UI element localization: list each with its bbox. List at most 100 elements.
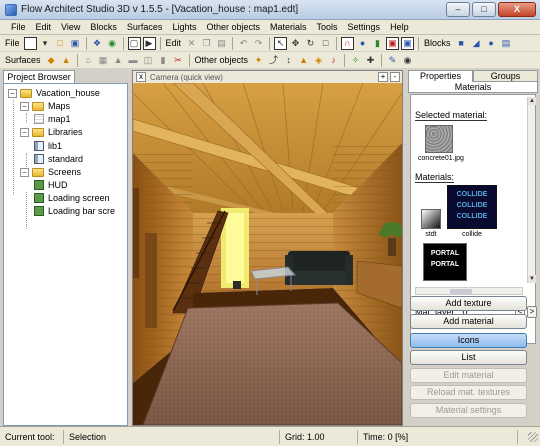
tab-groups[interactable]: Groups bbox=[473, 70, 538, 82]
node-icon[interactable]: ↕ bbox=[282, 54, 295, 67]
icons-view-button[interactable]: Icons bbox=[410, 333, 527, 348]
menu-file[interactable]: File bbox=[6, 22, 31, 32]
particle-icon[interactable]: ✧ bbox=[349, 54, 362, 67]
redo-icon[interactable]: ↷ bbox=[252, 37, 265, 50]
select-cursor-icon[interactable]: ↖ bbox=[274, 36, 288, 50]
camera-icon[interactable]: ◉ bbox=[401, 54, 414, 67]
collapse-toggle-icon[interactable]: − bbox=[8, 88, 17, 98]
viewport-expand-button[interactable]: + bbox=[378, 72, 388, 82]
battery-icon[interactable]: ▮ bbox=[371, 37, 384, 50]
resize-grip-icon[interactable] bbox=[528, 431, 538, 442]
trigger-icon[interactable]: ◈ bbox=[312, 54, 325, 67]
open-folder-icon[interactable]: □ bbox=[54, 37, 67, 50]
tree-item-vacation-house[interactable]: − Vacation_house bbox=[8, 87, 100, 99]
menu-help[interactable]: Help bbox=[385, 22, 414, 32]
globe-icon[interactable]: ◉ bbox=[106, 37, 119, 50]
rotate-icon[interactable]: ↻ bbox=[304, 37, 317, 50]
paste-icon[interactable]: ▤ bbox=[215, 37, 228, 50]
tab-project-browser[interactable]: Project Browser bbox=[3, 70, 75, 83]
minimize-button[interactable]: – bbox=[446, 2, 470, 17]
block-cylinder-icon[interactable]: ● bbox=[485, 37, 498, 50]
menu-materials[interactable]: Materials bbox=[265, 22, 312, 32]
scale-icon[interactable]: □ bbox=[319, 37, 332, 50]
tree-item-lib1[interactable]: lib1 bbox=[34, 140, 62, 152]
window-play-icon[interactable]: ▶ bbox=[142, 36, 156, 50]
material-settings-button[interactable]: Material settings bbox=[410, 403, 527, 418]
collapse-toggle-icon[interactable]: − bbox=[20, 127, 29, 137]
material-portal-thumbnail[interactable]: PORTAL PORTAL bbox=[423, 243, 467, 281]
waypoint-icon[interactable]: ▲ bbox=[297, 54, 310, 67]
house-icon[interactable]: ⌂ bbox=[82, 54, 95, 67]
menu-view[interactable]: View bbox=[56, 22, 85, 32]
menu-surfaces[interactable]: Surfaces bbox=[122, 22, 168, 32]
magnet-icon[interactable]: ∩ bbox=[341, 36, 355, 50]
materials-vertical-scrollbar[interactable]: ▲ ▼ bbox=[527, 97, 536, 283]
edit-material-button[interactable]: Edit material bbox=[410, 368, 527, 383]
tree-item-loading-bar[interactable]: Loading bar scre bbox=[34, 205, 115, 217]
scroll-down-icon[interactable]: ▼ bbox=[528, 275, 536, 283]
tab-properties[interactable]: Properties bbox=[408, 70, 473, 82]
close-button[interactable]: X bbox=[498, 2, 536, 17]
vertex-icon[interactable]: ● bbox=[356, 37, 369, 50]
sound-icon[interactable]: ♪ bbox=[327, 54, 340, 67]
copy-icon[interactable]: ❐ bbox=[200, 37, 213, 50]
menu-settings[interactable]: Settings bbox=[343, 22, 386, 32]
menu-tools[interactable]: Tools bbox=[312, 22, 343, 32]
save-icon[interactable]: ▣ bbox=[69, 37, 82, 50]
tree-item-loading-screen[interactable]: Loading screen bbox=[34, 192, 110, 204]
texture-icon[interactable]: ▣ bbox=[386, 36, 400, 50]
floor-icon[interactable]: ▬ bbox=[127, 54, 140, 67]
tree-item-libraries[interactable]: − Libraries bbox=[20, 126, 83, 138]
collapse-toggle-icon[interactable]: − bbox=[20, 101, 29, 111]
surface-cup-icon[interactable]: ▲ bbox=[60, 54, 73, 67]
move-icon[interactable]: ✥ bbox=[289, 37, 302, 50]
material-icon[interactable]: ▣ bbox=[401, 36, 415, 50]
material-stdt-thumbnail[interactable] bbox=[421, 209, 441, 229]
path-icon[interactable]: ⤴ bbox=[267, 54, 280, 67]
tree-item-maps[interactable]: − Maps bbox=[20, 100, 70, 112]
window-frame-icon[interactable]: ◫ bbox=[142, 54, 155, 67]
block-wedge-icon[interactable]: ◢ bbox=[470, 37, 483, 50]
status-bar: Current tool: Selection Grid: 1.00 Time:… bbox=[0, 426, 540, 446]
scroll-up-icon[interactable]: ▲ bbox=[528, 97, 536, 105]
tree-item-hud[interactable]: HUD bbox=[34, 179, 68, 191]
3d-scene[interactable] bbox=[133, 83, 402, 425]
tree-item-standard[interactable]: standard bbox=[34, 153, 83, 165]
wall-icon[interactable]: ▦ bbox=[97, 54, 110, 67]
undo-icon[interactable]: ↶ bbox=[237, 37, 250, 50]
tree-item-map1[interactable]: map1 bbox=[34, 113, 71, 125]
title-bar: Flow Architect Studio 3D v 1.5.5 - [Vaca… bbox=[0, 0, 540, 20]
selected-material-thumbnail[interactable] bbox=[425, 125, 453, 153]
collapse-toggle-icon[interactable]: − bbox=[20, 167, 29, 177]
cut-icon[interactable]: ✕ bbox=[185, 37, 198, 50]
reload-textures-button[interactable]: Reload mat. textures bbox=[410, 385, 527, 400]
layer-next-button[interactable]: > bbox=[527, 306, 537, 318]
tree-item-screens[interactable]: − Screens bbox=[20, 166, 81, 178]
menu-blocks[interactable]: Blocks bbox=[85, 22, 122, 32]
door-icon[interactable]: ▮ bbox=[157, 54, 170, 67]
block-cube-icon[interactable]: ■ bbox=[455, 37, 468, 50]
surface-diamond-icon[interactable]: ◆ bbox=[45, 54, 58, 67]
new-file-icon[interactable] bbox=[23, 36, 37, 50]
list-view-button[interactable]: List bbox=[410, 350, 527, 365]
menu-lights[interactable]: Lights bbox=[167, 22, 201, 32]
crosshair-icon[interactable]: ✚ bbox=[364, 54, 377, 67]
menu-edit[interactable]: Edit bbox=[31, 22, 57, 32]
add-texture-button[interactable]: Add texture bbox=[410, 296, 527, 311]
maximize-button[interactable]: □ bbox=[472, 2, 496, 17]
viewport-close-button[interactable]: x bbox=[136, 72, 146, 82]
scissors-icon[interactable]: ✂ bbox=[172, 54, 185, 67]
dropdown-icon[interactable]: ▾ bbox=[39, 37, 52, 50]
materials-horizontal-scrollbar[interactable] bbox=[415, 287, 523, 295]
material-collide-thumbnail[interactable]: COLLIDE COLLIDE COLLIDE bbox=[447, 185, 497, 229]
scrollbar-thumb[interactable] bbox=[450, 289, 472, 294]
roof-icon[interactable]: ▲ bbox=[112, 54, 125, 67]
script-icon[interactable]: ✎ bbox=[386, 54, 399, 67]
block-stairs-icon[interactable]: ▤ bbox=[500, 37, 513, 50]
add-material-button[interactable]: Add material bbox=[410, 314, 527, 329]
puzzle-icon[interactable]: ❖ bbox=[91, 37, 104, 50]
light-icon[interactable]: ✦ bbox=[252, 54, 265, 67]
menu-other-objects[interactable]: Other objects bbox=[201, 22, 265, 32]
window-icon[interactable]: ▢ bbox=[127, 36, 141, 50]
viewport-shrink-button[interactable]: - bbox=[390, 72, 400, 82]
